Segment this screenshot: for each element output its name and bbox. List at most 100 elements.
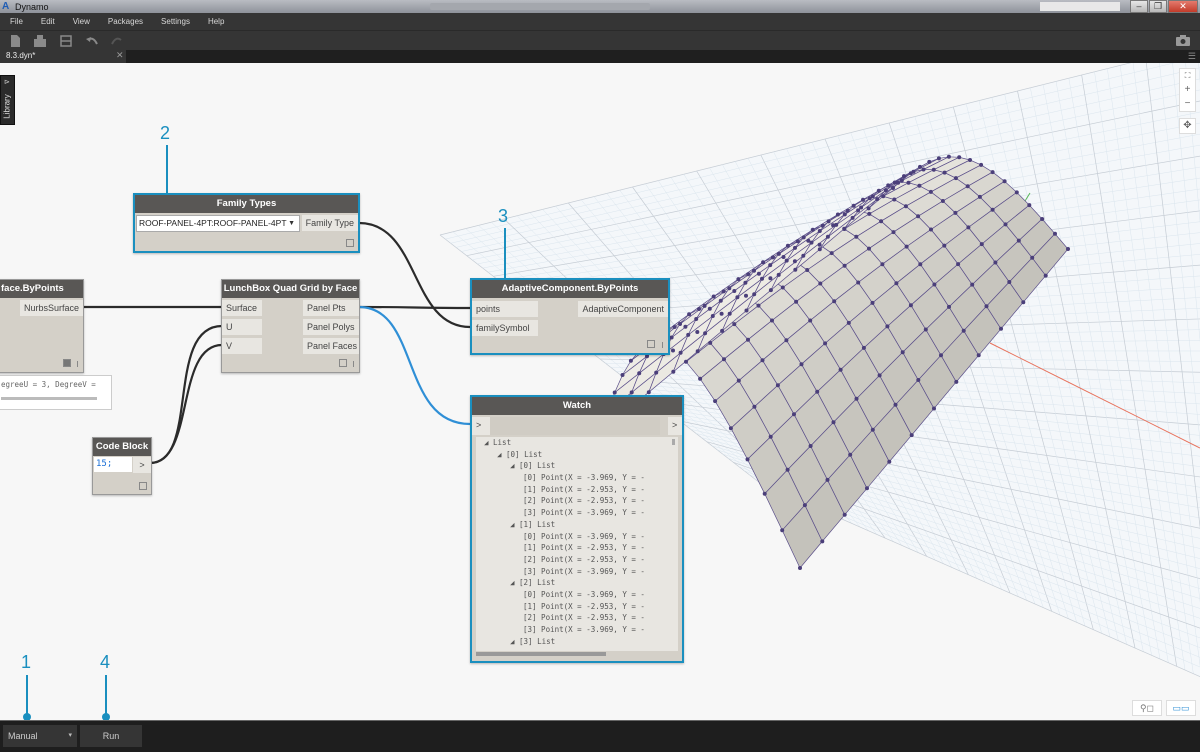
watch-tree-view[interactable]: ◢ List◢ [0] List◢ [0] List[0] Point(X = … <box>476 437 678 651</box>
node-code-block[interactable]: Code Block 15; > <box>92 437 152 495</box>
watch-tree-item[interactable]: ◢ [0] List <box>476 460 678 472</box>
undo-icon[interactable] <box>86 35 98 47</box>
open-file-icon[interactable] <box>34 35 46 47</box>
node-title: Watch <box>472 397 682 415</box>
watch-tree-item[interactable]: ◢ [0] List <box>476 449 678 461</box>
tab-close-icon[interactable]: ✕ <box>116 50 124 61</box>
node-surface-by-points[interactable]: face.ByPoints NurbsSurface <box>0 279 84 373</box>
tab-menu-icon[interactable]: ☰ <box>1188 51 1196 62</box>
watch-tree-item[interactable]: ◢ [2] List <box>476 577 678 589</box>
output-port-watch[interactable]: > <box>668 417 682 435</box>
minimize-button[interactable]: – <box>1130 0 1148 13</box>
input-port-watch[interactable]: > <box>472 417 490 435</box>
menu-view[interactable]: View <box>73 17 90 26</box>
watch-tree-item[interactable]: [0] Point(X = -3.969, Y = - <box>476 589 678 601</box>
node-family-types[interactable]: Family Types ROOF-PANEL-4PT:ROOF-PANEL-4… <box>133 193 360 253</box>
execution-bar: Manual ▾ Run <box>0 720 1200 752</box>
preview-toggle-icon[interactable] <box>63 359 71 367</box>
wire-panel-pts-to-points[interactable] <box>359 307 470 308</box>
menu-settings[interactable]: Settings <box>161 17 190 26</box>
output-port-panel-faces[interactable]: Panel Faces <box>303 338 359 354</box>
watch-horizontal-scrollbar[interactable] <box>476 652 606 656</box>
camera-icon[interactable] <box>1176 35 1190 47</box>
geometry-view-toggle[interactable]: ⚲◻ <box>1132 700 1162 716</box>
watch-port-spacer <box>490 417 660 435</box>
watch-tree-item[interactable]: [1] Point(X = -2.953, Y = - <box>476 542 678 554</box>
node-lunchbox-quad-grid[interactable]: LunchBox Quad Grid by Face Surface U V P… <box>221 279 360 373</box>
preview-toggle-icon[interactable] <box>647 340 655 348</box>
toolbar <box>0 30 1200 51</box>
close-button[interactable]: ✕ <box>1168 0 1198 13</box>
node-menu-icon[interactable] <box>662 342 663 348</box>
watch-tree-item[interactable]: ◢ [3] List <box>476 636 678 648</box>
dropdown-value: ROOF-PANEL-4PT:ROOF-PANEL-4PT <box>139 218 287 228</box>
watch-tree-item[interactable]: [2] Point(X = -2.953, Y = - <box>476 612 678 624</box>
wire-code-to-v[interactable] <box>150 345 222 463</box>
watch-tree-item[interactable]: [0] Point(X = -3.969, Y = - <box>476 472 678 484</box>
annotation-dot-4 <box>102 713 110 720</box>
app-title: Dynamo <box>15 2 49 12</box>
node-adaptive-component-by-points[interactable]: AdaptiveComponent.ByPoints points family… <box>470 278 670 355</box>
menu-file[interactable]: File <box>10 17 23 26</box>
watch-tree-item[interactable]: [0] Point(X = -3.969, Y = - <box>476 531 678 543</box>
node-menu-icon[interactable] <box>77 361 78 367</box>
output-port-family-type[interactable]: Family Type <box>302 215 358 231</box>
watch-tree-item[interactable]: ◢ List <box>476 437 678 449</box>
watch-tree-item[interactable]: [1] Point(X = -2.953, Y = - <box>476 484 678 496</box>
graph-canvas[interactable]: ⊳ Library ⛶ + − ✥ 2 3 1 4 Family Types R… <box>0 63 1200 720</box>
node-menu-icon[interactable] <box>353 361 354 367</box>
preview-toggle-icon[interactable] <box>346 239 354 247</box>
new-file-icon[interactable] <box>9 35 21 47</box>
dynamo-logo-icon: A <box>2 2 12 12</box>
input-port-u[interactable]: U <box>222 319 262 335</box>
preview-toggle-icon[interactable] <box>139 482 147 490</box>
redo-icon[interactable] <box>111 35 123 47</box>
watch-vertical-scrollbar[interactable] <box>672 439 675 445</box>
annotation-line-2 <box>166 145 168 193</box>
preview-text: egreeU = 3, DegreeV = <box>0 376 111 389</box>
search-field[interactable] <box>1040 2 1120 11</box>
input-port-points[interactable]: points <box>472 301 538 317</box>
tab-workspace[interactable]: 8.3.dyn* ✕ <box>0 50 126 63</box>
watch-tree-item[interactable]: [2] Point(X = -2.953, Y = - <box>476 554 678 566</box>
menu-help[interactable]: Help <box>208 17 224 26</box>
menu-packages[interactable]: Packages <box>108 17 143 26</box>
node-title: Code Block <box>93 438 151 456</box>
output-port-code[interactable]: > <box>133 457 151 473</box>
save-icon[interactable] <box>60 35 72 47</box>
tab-label: 8.3.dyn* <box>6 51 35 60</box>
family-type-dropdown[interactable]: ROOF-PANEL-4PT:ROOF-PANEL-4PT ▼ <box>136 215 300 232</box>
preview-bubble[interactable]: egreeU = 3, DegreeV = <box>0 375 112 410</box>
graph-view-toggle[interactable]: ▭▭ <box>1166 700 1196 716</box>
chevron-down-icon: ▼ <box>288 216 295 231</box>
watch-tree-item[interactable]: [1] Point(X = -2.953, Y = - <box>476 601 678 613</box>
watch-tree-item[interactable]: [3] Point(X = -3.969, Y = - <box>476 624 678 636</box>
node-watch[interactable]: Watch > > ◢ List◢ [0] List◢ [0] List[0] … <box>470 395 684 663</box>
watch-tree-item[interactable]: [3] Point(X = -3.969, Y = - <box>476 566 678 578</box>
annotation-number-2: 2 <box>160 123 170 144</box>
run-mode-dropdown[interactable]: Manual ▾ <box>3 725 77 747</box>
restore-button[interactable]: ❐ <box>1149 0 1167 13</box>
run-button[interactable]: Run <box>80 725 142 747</box>
output-port-panel-pts[interactable]: Panel Pts <box>303 300 359 316</box>
output-port-adaptive-component[interactable]: AdaptiveComponent <box>578 301 668 317</box>
menu-edit[interactable]: Edit <box>41 17 55 26</box>
watch-tree-item[interactable]: [2] Point(X = -2.953, Y = - <box>476 495 678 507</box>
menu-bar: File Edit View Packages Settings Help <box>0 13 1200 30</box>
input-port-v[interactable]: V <box>222 338 262 354</box>
preview-scrollbar[interactable] <box>1 397 97 400</box>
watch-tree-item[interactable]: ◢ [1] List <box>476 519 678 531</box>
input-port-surface[interactable]: Surface <box>222 300 262 316</box>
annotation-number-1: 1 <box>21 652 31 673</box>
output-port-nurbs-surface[interactable]: NurbsSurface <box>20 300 83 316</box>
annotation-number-4: 4 <box>100 652 110 673</box>
watch-tree-item[interactable]: [3] Point(X = -3.969, Y = - <box>476 507 678 519</box>
output-port-panel-polys[interactable]: Panel Polys <box>303 319 359 335</box>
input-port-family-symbol[interactable]: familySymbol <box>472 320 538 336</box>
node-title: Family Types <box>135 195 358 213</box>
preview-toggle-icon[interactable] <box>339 359 347 367</box>
chevron-down-icon: ▾ <box>68 725 72 747</box>
node-title: AdaptiveComponent.ByPoints <box>472 280 668 298</box>
code-editor[interactable]: 15; <box>94 457 132 472</box>
annotation-line-1 <box>26 675 28 715</box>
